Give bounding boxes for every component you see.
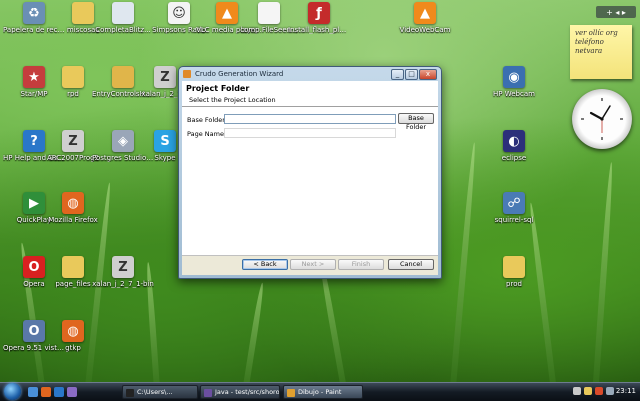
grass-blade <box>240 282 266 382</box>
folder-icon <box>62 256 84 278</box>
window-title: Crudo Generation Wizard <box>195 70 284 78</box>
desktop-icon-label: Mozilla Firefox <box>48 216 98 224</box>
desktop-icon-label: squirrel-sql <box>494 216 534 224</box>
cartoon-icon: ☺ <box>168 2 190 24</box>
task-app-icon <box>287 389 295 397</box>
taskbar-button-label: C:\Users\... <box>137 388 173 396</box>
desktop-icon[interactable]: CompletaBlitz... <box>92 2 154 34</box>
page-name-input[interactable] <box>224 128 396 138</box>
page-description: Select the Project Location <box>189 96 276 104</box>
taskbar-button-label: Dibujo - Paint <box>298 388 342 396</box>
firefox-icon: ◍ <box>62 320 84 342</box>
folder-icon <box>503 256 525 278</box>
taskbar-button[interactable]: C:\Users\... <box>122 385 198 399</box>
system-tray <box>573 387 614 395</box>
sidebar-controls[interactable]: + ◂ ▸ <box>596 6 636 18</box>
webcam-icon: ◉ <box>503 66 525 88</box>
note-line: netvara <box>575 47 603 55</box>
flash-installer-icon: ƒ <box>308 2 330 24</box>
elephant-icon: ◈ <box>112 130 134 152</box>
recycle-bin-icon: ♻ <box>23 2 45 24</box>
finish-button[interactable]: Finish <box>338 259 384 270</box>
title-bar[interactable]: Crudo Generation Wizard _ □ x <box>179 67 441 81</box>
note-line: ver ollíc org <box>575 29 618 37</box>
internet-explorer-icon[interactable] <box>54 387 64 397</box>
next-button[interactable]: Next > <box>290 259 336 270</box>
base-folder-label: Base Folder : <box>187 116 230 124</box>
desktop-icon-label: gtkp <box>65 344 81 352</box>
zip-icon: Z <box>112 256 134 278</box>
eclipse-icon: ◐ <box>503 130 525 152</box>
vlc-cone-icon: ▲ <box>414 2 436 24</box>
wizard-window[interactable]: Crudo Generation Wizard _ □ x Project Fo… <box>178 66 442 279</box>
security-icon[interactable] <box>595 387 603 395</box>
firefox-icon: ◍ <box>62 192 84 214</box>
desktop-icon[interactable]: ◍ Mozilla Firefox <box>42 192 104 224</box>
desktop-icon[interactable]: ƒ Install_flash_pla... <box>288 2 350 34</box>
document-icon <box>258 2 280 24</box>
volume-icon[interactable] <box>606 387 614 395</box>
browse-button[interactable]: Base Folder <box>398 113 434 131</box>
folder-icon <box>62 66 84 88</box>
task-app-icon <box>126 389 134 397</box>
desktop-icon[interactable]: ▲ VideoWebCam <box>394 2 456 34</box>
maximize-button[interactable]: □ <box>405 68 418 80</box>
firefox-icon[interactable] <box>41 387 51 397</box>
desktop-icon-label: Install_flash_pla... <box>288 26 350 34</box>
grass-blade <box>527 202 559 382</box>
desktop-icon[interactable]: ◐ eclipse <box>483 130 545 162</box>
taskbar-button[interactable]: Dibujo - Paint <box>283 385 363 399</box>
clock-face-icon <box>581 98 623 140</box>
document-icon <box>112 2 134 24</box>
wizard-form: Base Folder : Base Folder Page Name : <box>182 107 438 256</box>
zip-icon: Z <box>62 130 84 152</box>
desktop-icon-label: HP Webcam <box>493 90 535 98</box>
page-name-label: Page Name : <box>187 130 229 138</box>
desktop-icon[interactable]: prod <box>483 256 545 288</box>
minimize-button[interactable]: _ <box>391 68 404 80</box>
desktop-icon-label: VideoWebCam <box>399 26 451 34</box>
start-button[interactable] <box>4 383 21 400</box>
wizard-client-area: Project Folder Select the Project Locati… <box>182 81 438 275</box>
desktop-icon-label: eclipse <box>501 154 527 162</box>
desktop-icon-label: prod <box>506 280 522 288</box>
note-line: teléfono <box>575 38 604 46</box>
desktop-icon[interactable]: ◍ gtkp <box>42 320 104 352</box>
grass-blade <box>591 162 615 382</box>
archive-icon <box>112 66 134 88</box>
taskbar-button-label: Java - test/src/shorooq... <box>215 388 280 396</box>
power-icon[interactable] <box>584 387 592 395</box>
desktop-icon[interactable]: ◉ HP Webcam <box>483 66 545 98</box>
show-desktop-icon[interactable] <box>28 387 38 397</box>
switch-windows-icon[interactable] <box>67 387 77 397</box>
vlc-cone-icon: ▲ <box>216 2 238 24</box>
network-icon[interactable] <box>573 387 581 395</box>
taskbar: C:\Users\... Java - test/src/shorooq... Di… <box>0 382 640 401</box>
skype-icon: S <box>154 130 176 152</box>
grass-blade <box>448 142 478 382</box>
cancel-button[interactable]: Cancel <box>388 259 434 270</box>
wizard-header: Project Folder Select the Project Locati… <box>182 81 438 107</box>
squirrel-icon: ☍ <box>503 192 525 214</box>
sticky-note-gadget[interactable]: ver ollíc org teléfono netvara <box>570 25 632 79</box>
zip-icon: Z <box>154 66 176 88</box>
taskbar-clock[interactable]: 23:11 <box>616 387 636 395</box>
folder-icon <box>72 2 94 24</box>
back-button[interactable]: < Back <box>242 259 288 270</box>
clock-gadget[interactable] <box>572 89 632 149</box>
taskbar-button[interactable]: Java - test/src/shorooq... <box>200 385 280 399</box>
desktop-icon[interactable]: ☍ squirrel-sql <box>483 192 545 224</box>
page-title: Project Folder <box>186 84 250 93</box>
base-folder-input[interactable] <box>224 114 396 124</box>
desktop-icon-label: xalan_j_2_7_1-bin <box>92 280 154 288</box>
app-icon <box>183 70 191 78</box>
task-app-icon <box>204 389 212 397</box>
close-button[interactable]: x <box>419 68 437 80</box>
desktop-icon[interactable]: Zxalan_j_2_7_1-bin <box>92 256 154 288</box>
desktop-icon-label: CompletaBlitz... <box>95 26 151 34</box>
